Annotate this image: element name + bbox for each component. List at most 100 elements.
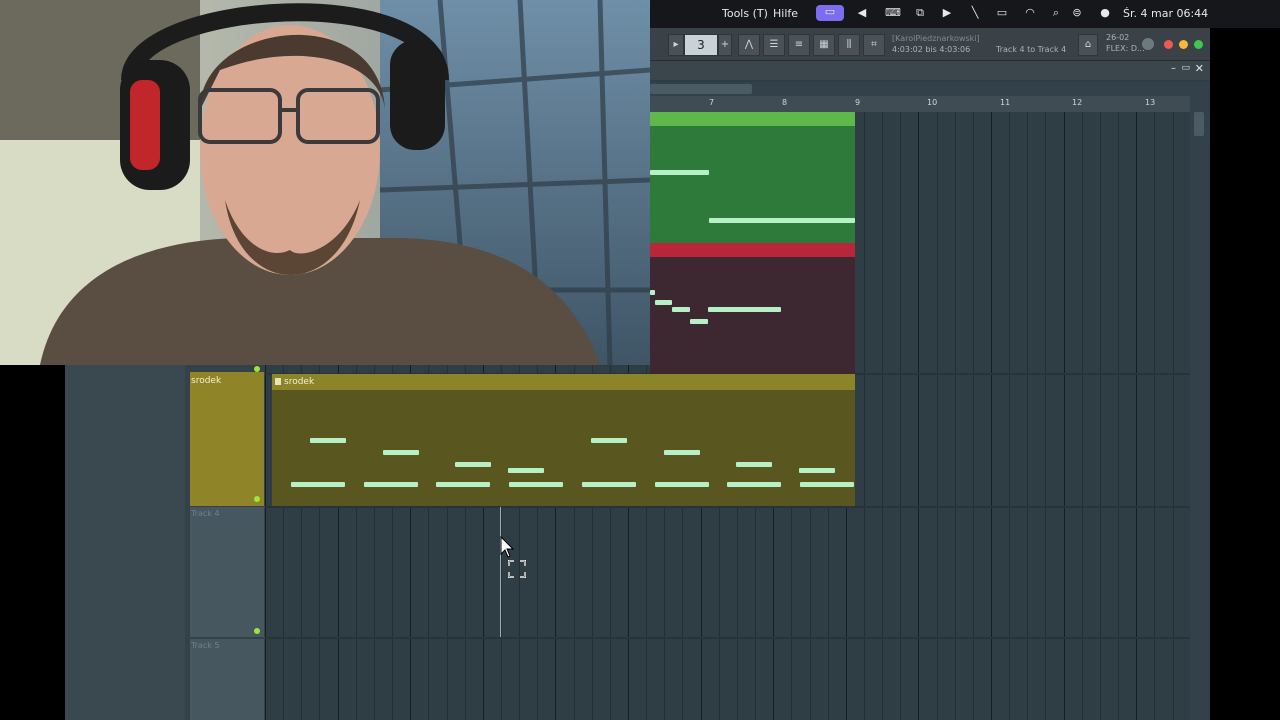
window-zoom-button[interactable] [1194,40,1203,49]
grid-line [900,112,902,720]
note [708,307,781,312]
battery-icon[interactable]: ▭ [992,6,1012,20]
clip-name: srodek [284,377,315,387]
clip-header: srodek [272,374,855,390]
playlist-titlebar: – ▭ ✕ [650,60,1210,80]
note [672,307,690,312]
scrollbar-thumb[interactable] [1194,112,1204,136]
grid-line [972,112,974,720]
clip-header [650,112,855,126]
track-led[interactable] [254,496,260,502]
shop-icon[interactable]: ⌂ [1078,34,1098,56]
note [590,438,627,443]
mic-off-icon[interactable]: ╲ [968,6,982,20]
search-icon[interactable]: ⌕ [1049,6,1063,20]
piano-roll-icon[interactable]: ≡ [788,34,810,56]
browser-icon[interactable]: ⌗ [863,34,885,56]
track-header-track5[interactable]: Track 5 [190,639,264,720]
play-icon[interactable]: ▶ [940,6,954,20]
grid-line [1154,112,1156,720]
grid-line [936,112,938,720]
playlist-icon[interactable]: ☰ [763,34,785,56]
note [382,450,419,455]
ruler-mark: 9 [855,98,861,107]
siri-icon[interactable]: ● [1098,6,1112,20]
snap-icon[interactable]: ⋀ [738,34,760,56]
grid-line [1009,112,1011,720]
note [709,218,855,223]
hint-text: Track 4 to Track 4 [996,45,1067,54]
clip-header [650,243,855,257]
note [291,482,345,487]
horizontal-scrollbar[interactable] [650,82,1210,96]
macos-menubar: Tools (T) Hilfe ▭ ◀ ⌨ ⧉ ▶ ╲ ▭ ◠ ⌕ ⊜ ● Śr… [650,0,1280,28]
grid-line [991,112,992,720]
grid-line [1027,112,1029,720]
track-separator [265,637,1190,639]
note [799,482,854,487]
volume-icon[interactable]: ◀ [855,6,869,20]
note [363,482,418,487]
pattern-clip-green[interactable] [650,112,855,243]
close-icon[interactable]: ✕ [1195,62,1204,75]
note [798,468,835,473]
pattern-icon [275,378,281,385]
window-close-button[interactable] [1164,40,1173,49]
pattern-clip-srodek[interactable]: srodek [272,374,855,506]
track-led[interactable] [254,628,260,634]
wifi-icon[interactable]: ◠ [1023,6,1037,20]
globe-icon[interactable] [1142,38,1154,50]
grid-line [1099,112,1101,720]
track-led[interactable] [254,366,260,372]
note [509,482,564,487]
pattern-selector[interactable]: 3 [684,34,718,56]
fl-toolbar: ▸ 3 + ⋀ ☰ ≡ ▦ ⫼ ⌗ [KarolPiedznarkowski] … [650,28,1210,61]
note [663,450,700,455]
timeline-ruler[interactable]: 7 8 9 10 11 12 13 [650,96,1190,112]
note [581,482,636,487]
window-minimize-button[interactable] [1179,40,1188,49]
track-separator [265,506,1190,508]
track-name: Track 4 [191,509,220,518]
channel-rack-icon[interactable]: ▦ [813,34,835,56]
track-name: Track 5 [191,641,220,650]
menu-tools[interactable]: Tools (T) [722,7,768,20]
grid-line [1118,112,1120,720]
ruler-mark: 13 [1145,98,1156,107]
control-center-icon[interactable]: ⊜ [1070,6,1084,20]
grid-line [954,112,956,720]
note [455,462,492,467]
track-header-srodek[interactable]: srodek [190,372,264,506]
note [650,290,655,295]
note [655,300,672,305]
play-pattern-button[interactable]: ▸ [668,34,684,56]
track-header-track4[interactable]: Track 4 [190,507,264,637]
ruler-mark: 11 [1000,98,1011,107]
cpu-label: 26-02 [1106,33,1130,42]
slice-tool-icon [506,558,528,584]
grid-line [882,112,884,720]
vertical-scrollbar[interactable] [1190,82,1210,720]
mixer-icon[interactable]: ⫼ [838,34,860,56]
screen-mirroring-icon[interactable]: ▭ [816,5,844,21]
keyboard-icon[interactable]: ⌨ [885,6,901,20]
pattern-clip-red[interactable] [650,243,855,374]
screenshot-icon[interactable]: ⧉ [913,6,927,20]
minimize-icon[interactable]: – [1171,63,1176,74]
menu-help[interactable]: Hilfe [773,7,798,20]
note [310,438,346,443]
track-name: srodek [191,376,222,386]
ruler-mark: 10 [927,98,938,107]
note [736,462,773,467]
note [650,170,709,175]
clock: Śr. 4 mar 06:44 [1123,7,1209,20]
webcam-overlay [0,0,650,365]
add-pattern-button[interactable]: + [718,34,732,56]
grid-line [918,112,920,720]
ruler-mark: 7 [709,98,715,107]
note [436,482,491,487]
scrollbar-thumb[interactable] [650,84,752,94]
ruler-mark: 8 [782,98,788,107]
maximize-icon[interactable]: ▭ [1181,63,1190,73]
grid-line [1063,112,1065,720]
